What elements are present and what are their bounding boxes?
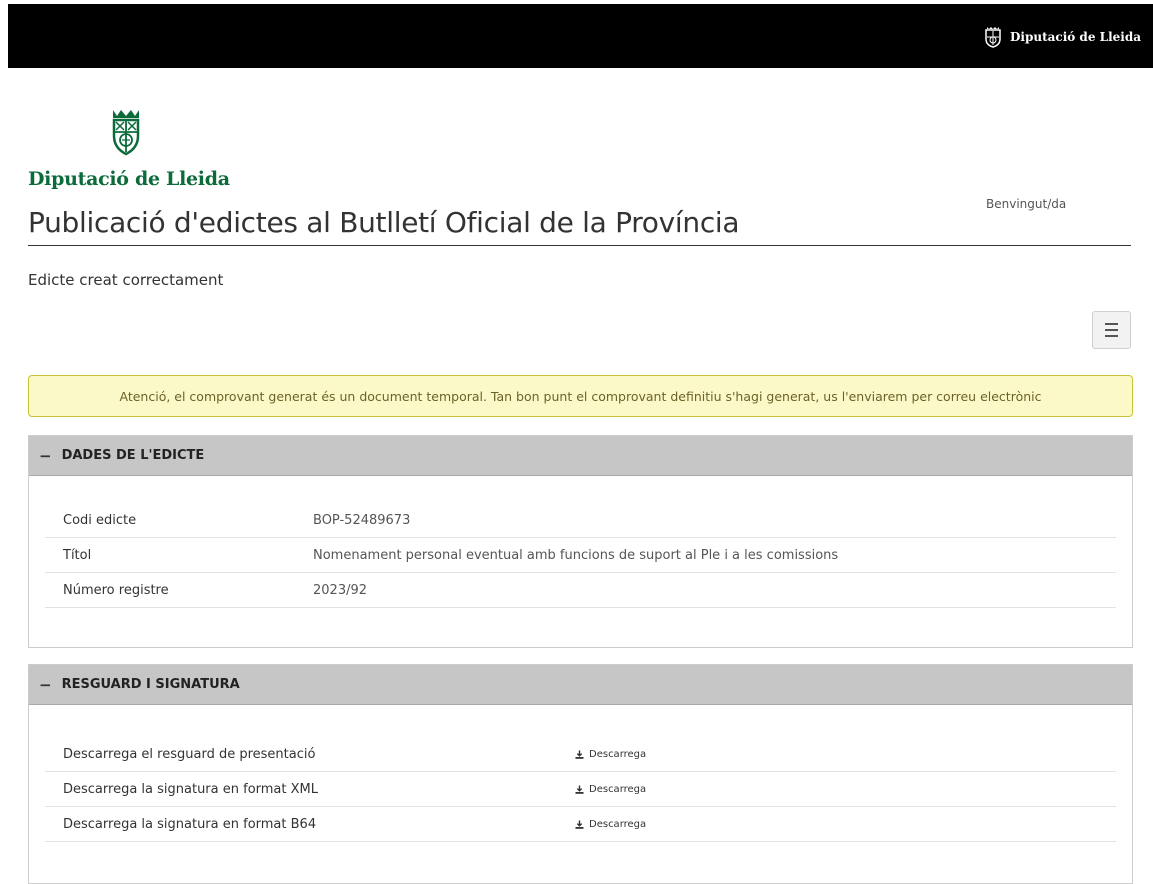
download-link[interactable]: Descarrega xyxy=(575,819,646,830)
edict-data-panel: − DADES DE L'EDICTE Codi edicte BOP-5248… xyxy=(28,435,1133,648)
edict-row-registry: Número registre 2023/92 xyxy=(45,573,1116,608)
download-link[interactable]: Descarrega xyxy=(575,784,646,795)
download-icon xyxy=(575,820,584,829)
download-row-xml: Descarrega la signatura en format XML De… xyxy=(45,772,1116,807)
hamburger-icon xyxy=(1105,321,1118,339)
download-link-label: Descarrega xyxy=(589,748,647,760)
download-link-label: Descarrega xyxy=(589,783,647,795)
receipt-signature-panel: − RESGUARD I SIGNATURA Descarrega el res… xyxy=(28,664,1133,884)
row-label: Codi edicte xyxy=(63,512,137,528)
page-title: Publicació d'edictes al Butlletí Oficial… xyxy=(28,206,1131,246)
row-label: Títol xyxy=(63,547,92,563)
row-value: Nomenament personal eventual amb funcion… xyxy=(313,547,839,563)
topbar-brand[interactable]: Diputació de Lleida xyxy=(984,26,1141,48)
row-value: BOP-52489673 xyxy=(313,512,411,528)
edict-row-code: Codi edicte BOP-52489673 xyxy=(45,503,1116,538)
receipt-signature-panel-body: Descarrega el resguard de presentació De… xyxy=(29,705,1132,842)
download-link-label: Descarrega xyxy=(589,818,647,830)
panel-title: RESGUARD I SIGNATURA xyxy=(61,677,240,692)
logo-text: Diputació de Lleida xyxy=(28,168,230,190)
row-value: 2023/92 xyxy=(313,582,368,598)
download-row-receipt: Descarrega el resguard de presentació De… xyxy=(45,737,1116,772)
receipt-signature-panel-header[interactable]: − RESGUARD I SIGNATURA xyxy=(29,665,1132,705)
edict-data-panel-body: Codi edicte BOP-52489673 Títol Nomenamen… xyxy=(29,476,1132,608)
row-label: Descarrega el resguard de presentació xyxy=(63,746,316,762)
download-link[interactable]: Descarrega xyxy=(575,749,646,760)
row-label: Número registre xyxy=(63,582,169,598)
warning-alert: Atenció, el comprovant generat és un doc… xyxy=(28,375,1133,417)
row-label: Descarrega la signatura en format B64 xyxy=(63,816,317,832)
coat-of-arms-icon xyxy=(112,110,140,156)
edict-row-title: Títol Nomenament personal eventual amb f… xyxy=(45,538,1116,573)
panel-title: DADES DE L'EDICTE xyxy=(61,448,205,463)
coat-of-arms-icon xyxy=(985,27,1001,48)
edict-data-panel-header[interactable]: − DADES DE L'EDICTE xyxy=(29,436,1132,476)
collapse-icon: − xyxy=(39,446,52,465)
download-icon xyxy=(575,750,584,759)
download-icon xyxy=(575,785,584,794)
download-row-b64: Descarrega la signatura en format B64 De… xyxy=(45,807,1116,842)
menu-button[interactable] xyxy=(1092,311,1131,349)
status-message: Edicte creat correctament xyxy=(28,271,224,289)
topbar-brand-label: Diputació de Lleida xyxy=(1009,30,1141,44)
collapse-icon: − xyxy=(39,675,52,694)
row-label: Descarrega la signatura en format XML xyxy=(63,781,318,797)
top-bar: Diputació de Lleida xyxy=(8,4,1153,68)
